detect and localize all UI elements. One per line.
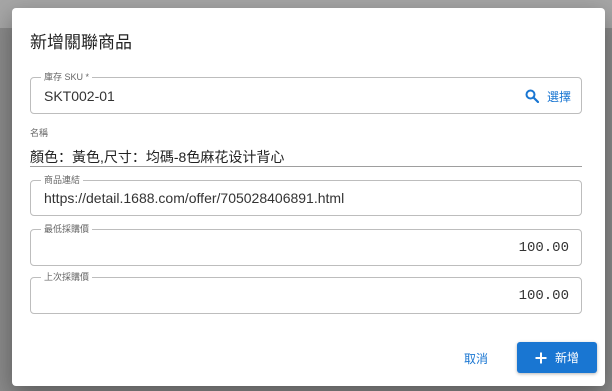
min-price-label: 最低採購價 — [41, 223, 93, 235]
search-icon — [525, 89, 539, 103]
last-price-label: 上次採購價 — [41, 271, 93, 283]
name-value: 顏色：黃色,尺寸：均碼-8色麻花设计背心 — [30, 149, 285, 165]
select-sku-button[interactable]: 選擇 — [525, 87, 571, 105]
min-price-field[interactable]: 最低採購價 100.00 — [30, 223, 582, 266]
product-link-label: 商品連結 — [41, 174, 84, 186]
product-link-value: https://detail.1688.com/offer/7050284068… — [44, 190, 345, 206]
last-price-value: 100.00 — [518, 288, 569, 304]
min-price-value: 100.00 — [518, 240, 569, 256]
add-button-label: 新增 — [554, 351, 579, 365]
sku-field[interactable]: 庫存 SKU * SKT002-01 選擇 — [30, 71, 582, 114]
cancel-button[interactable]: 取消 — [464, 350, 488, 367]
name-underline — [30, 166, 582, 167]
plus-icon — [535, 352, 547, 364]
sku-field-label: 庫存 SKU * — [41, 71, 93, 83]
dialog-title: 新增關聯商品 — [30, 33, 132, 52]
add-related-product-dialog: 新增關聯商品 庫存 SKU * SKT002-01 選擇 名稱 顏色：黃色,尺寸… — [12, 8, 605, 386]
last-price-field[interactable]: 上次採購價 100.00 — [30, 271, 582, 314]
add-button[interactable]: 新增 — [517, 342, 597, 373]
name-label: 名稱 — [30, 128, 49, 138]
select-sku-label: 選擇 — [546, 89, 571, 104]
product-link-field[interactable]: 商品連結 https://detail.1688.com/offer/70502… — [30, 174, 582, 216]
sku-field-value: SKT002-01 — [44, 88, 115, 104]
